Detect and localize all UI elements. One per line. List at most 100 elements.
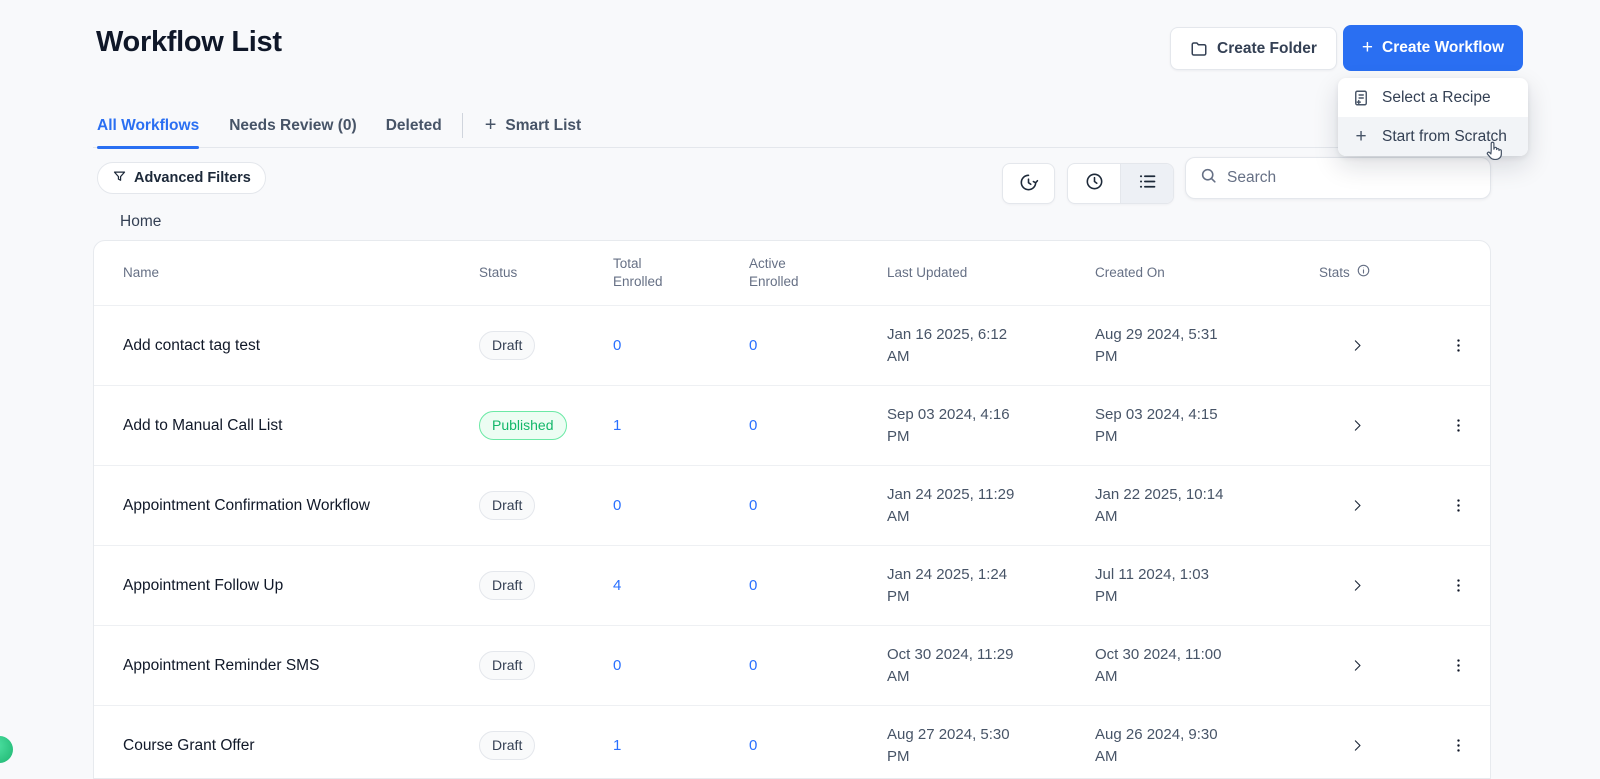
stats-chevron-icon[interactable] [1349,737,1366,754]
last-updated-value: Sep 03 2024, 4:16 PM [887,405,1010,445]
view-toggle [1067,163,1174,204]
plus-icon: + [484,114,497,136]
tab-all-workflows[interactable]: All Workflows [97,104,200,149]
status-badge: Draft [479,491,536,520]
status-badge: Draft [479,331,536,360]
floating-green-badge[interactable] [0,736,13,763]
stats-cell [1319,386,1490,465]
plus-icon: + [1361,36,1374,58]
created-on-value: Oct 30 2024, 11:00 AM [1095,645,1222,685]
active-enrolled-link[interactable]: 0 [749,497,887,514]
create-workflow-label: Create Workflow [1382,39,1505,56]
total-enrolled-link[interactable]: 4 [613,577,749,594]
created-on-value: Jul 11 2024, 1:03 PM [1095,565,1209,605]
create-folder-button[interactable]: Create Folder [1170,27,1337,70]
stats-chevron-icon[interactable] [1349,497,1366,514]
workflow-name-link[interactable]: Add contact tag test [123,337,479,355]
tab-deleted[interactable]: Deleted [386,104,442,148]
created-on-value: Sep 03 2024, 4:15 PM [1095,405,1218,445]
active-enrolled-link[interactable]: 0 [749,657,887,674]
row-menu-kebab-icon[interactable] [1450,577,1467,594]
history-button[interactable] [1002,163,1055,204]
search-input[interactable] [1227,169,1477,187]
workflow-name-link[interactable]: Add to Manual Call List [123,417,479,435]
stats-cell [1319,706,1490,778]
search-box [1185,157,1491,199]
stats-chevron-icon[interactable] [1349,337,1366,354]
table-row[interactable]: Appointment Confirmation Workflow Draft … [94,465,1490,545]
status-badge: Draft [479,651,536,680]
workflow-name-link[interactable]: Appointment Reminder SMS [123,657,479,675]
tab-needs-review[interactable]: Needs Review (0) [229,104,357,148]
tabs-bar: All Workflows Needs Review (0) Deleted +… [93,104,1491,149]
tab-divider [461,113,463,138]
info-icon[interactable] [1356,263,1371,283]
stats-chevron-icon[interactable] [1349,657,1366,674]
advanced-filters-label: Advanced Filters [134,170,251,186]
active-enrolled-link[interactable]: 0 [749,577,887,594]
total-enrolled-link[interactable]: 0 [613,657,749,674]
table-row[interactable]: Course Grant Offer Draft 1 0 Aug 27 2024… [94,705,1490,778]
total-enrolled-link[interactable]: 0 [613,497,749,514]
row-menu-kebab-icon[interactable] [1450,737,1467,754]
status-cell: Draft [479,331,613,360]
last-updated-value: Oct 30 2024, 11:29 AM [887,645,1014,685]
search-icon [1199,166,1218,190]
column-header-total-enrolled: Total Enrolled [613,256,663,289]
timeline-view-button[interactable] [1068,164,1120,203]
table-row[interactable]: Add contact tag test Draft 0 0 Jan 16 20… [94,305,1490,385]
active-enrolled-link[interactable]: 0 [749,337,887,354]
create-workflow-button[interactable]: + Create Workflow [1343,25,1523,71]
stats-chevron-icon[interactable] [1349,577,1366,594]
list-view-button[interactable] [1120,164,1173,203]
menu-item-label: Select a Recipe [1382,88,1491,106]
row-menu-kebab-icon[interactable] [1450,497,1467,514]
last-updated-value: Jan 24 2025, 11:29 AM [887,485,1015,525]
breadcrumb[interactable]: Home [120,213,161,231]
last-updated-value: Jan 16 2025, 6:12 AM [887,325,1008,365]
workflow-name-link[interactable]: Appointment Follow Up [123,577,479,595]
status-badge: Draft [479,731,536,760]
advanced-filters-button[interactable]: Advanced Filters [97,162,266,194]
plus-icon: + [1355,125,1367,147]
workflow-table: Name Status Total Enrolled Active Enroll… [93,240,1491,779]
stats-chevron-icon[interactable] [1349,417,1366,434]
total-enrolled-link[interactable]: 1 [613,737,749,754]
row-menu-kebab-icon[interactable] [1450,417,1467,434]
status-cell: Draft [479,571,613,600]
total-enrolled-link[interactable]: 1 [613,417,749,434]
page-title: Workflow List [96,26,282,58]
smart-list-button[interactable]: + Smart List [485,104,582,148]
column-header-stats: Stats [1319,263,1490,283]
table-row[interactable]: Add to Manual Call List Published 1 0 Se… [94,385,1490,465]
workflow-name-link[interactable]: Appointment Confirmation Workflow [123,497,479,515]
list-view-icon [1137,171,1158,197]
total-enrolled-link[interactable]: 0 [613,337,749,354]
funnel-icon [112,169,127,188]
stats-cell [1319,546,1490,625]
table-body: Add contact tag test Draft 0 0 Jan 16 20… [94,305,1490,778]
status-badge: Published [479,411,567,440]
status-cell: Draft [479,731,613,760]
menu-item-start-from-scratch[interactable]: + Start from Scratch [1338,117,1528,156]
status-cell: Published [479,411,613,440]
clock-icon [1084,171,1105,197]
workflow-name-link[interactable]: Course Grant Offer [123,737,479,755]
active-enrolled-link[interactable]: 0 [749,737,887,754]
column-header-name: Name [123,265,160,280]
table-row[interactable]: Appointment Follow Up Draft 4 0 Jan 24 2… [94,545,1490,625]
history-icon [1018,172,1039,196]
column-header-status: Status [479,265,518,280]
status-badge: Draft [479,571,536,600]
folder-icon [1190,40,1208,58]
status-cell: Draft [479,651,613,680]
table-header: Name Status Total Enrolled Active Enroll… [94,241,1490,305]
created-on-value: Jan 22 2025, 10:14 AM [1095,485,1224,525]
column-header-created-on: Created On [1095,265,1165,280]
row-menu-kebab-icon[interactable] [1450,657,1467,674]
table-row[interactable]: Appointment Reminder SMS Draft 0 0 Oct 3… [94,625,1490,705]
menu-item-select-recipe[interactable]: Select a Recipe [1338,78,1528,117]
menu-item-label: Start from Scratch [1382,127,1507,145]
row-menu-kebab-icon[interactable] [1450,337,1467,354]
active-enrolled-link[interactable]: 0 [749,417,887,434]
